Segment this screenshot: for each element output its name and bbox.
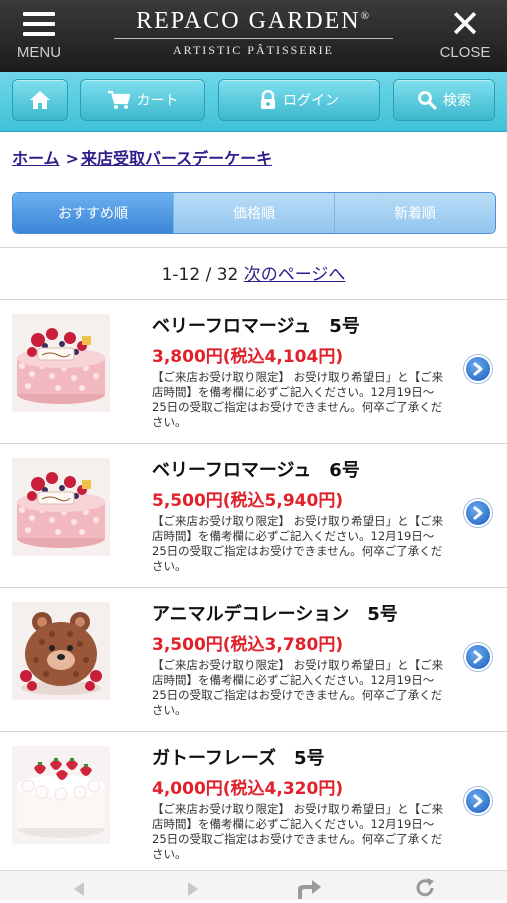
product-description: 【ご来店お受け取り限定】 お受け取り希望日」と【ご来店時間】を備考欄に必ずご記入…: [152, 802, 444, 861]
product-price: 3,800円(税込4,104円): [152, 347, 344, 367]
product-name: アニマルデコレーション 5号: [152, 604, 398, 625]
product-name: ベリーフロマージュ 6号: [152, 460, 360, 481]
product-description: 【ご来店お受け取り限定】 お受け取り希望日」と【ご来店時間】を備考欄に必ずご記入…: [152, 658, 444, 717]
menu-label: MENU: [16, 44, 62, 61]
product-row[interactable]: ベリーフロマージュ 6号 5,500円(税込5,940円) 【ご来店お受け取り限…: [0, 444, 507, 587]
breadcrumb-current-link[interactable]: 来店受取バースデーケーキ: [81, 149, 272, 168]
cart-button[interactable]: カート: [80, 79, 205, 121]
login-label: ログイン: [283, 93, 339, 109]
home-icon: [29, 90, 51, 110]
sort-tabs: おすすめ順 価格順 新着順: [12, 192, 496, 234]
share-icon[interactable]: [296, 879, 322, 903]
tab-sort-recommended[interactable]: おすすめ順: [13, 193, 173, 233]
product-image: [12, 458, 110, 556]
browser-toolbar: [0, 870, 507, 900]
search-button[interactable]: 検索: [393, 79, 495, 121]
forward-arrow-icon[interactable]: [186, 881, 200, 901]
close-button[interactable]: ✕ CLOSE: [433, 2, 497, 64]
brand-subtitle: ARTISTIC PÂTISSERIE: [173, 43, 334, 57]
brand-divider: [114, 38, 393, 39]
product-image: [12, 314, 110, 412]
tab-sort-newest[interactable]: 新着順: [334, 193, 495, 233]
page-range: 1-12 / 32: [161, 265, 239, 285]
site-header: MENU REPACO GARDEN® ARTISTIC PÂTISSERIE …: [0, 0, 507, 72]
divider: [0, 247, 507, 248]
chevron-right-icon[interactable]: [464, 499, 492, 527]
brand-name: REPACO GARDEN®: [136, 8, 371, 34]
chevron-right-icon[interactable]: [464, 355, 492, 383]
product-description: 【ご来店お受け取り限定】 お受け取り希望日」と【ご来店時間】を備考欄に必ずご記入…: [152, 514, 444, 573]
breadcrumb-home-link[interactable]: ホーム: [12, 149, 60, 168]
product-price: 4,000円(税込4,320円): [152, 779, 344, 799]
breadcrumb-separator: >: [65, 149, 79, 168]
login-button[interactable]: ログイン: [218, 79, 380, 121]
cart-label: カート: [136, 93, 179, 109]
search-icon: [417, 90, 437, 110]
menu-button[interactable]: MENU: [10, 8, 68, 64]
tab-sort-price[interactable]: 価格順: [173, 193, 334, 233]
breadcrumb: ホーム > 来店受取バースデーケーキ: [12, 145, 272, 169]
brand-logo[interactable]: REPACO GARDEN® ARTISTIC PÂTISSERIE: [96, 8, 411, 58]
lock-icon: [259, 90, 277, 110]
hamburger-icon: [23, 12, 55, 36]
product-row[interactable]: ベリーフロマージュ 5号 3,800円(税込4,104円) 【ご来店お受け取り限…: [0, 300, 507, 443]
home-button[interactable]: [12, 79, 68, 121]
product-price: 3,500円(税込3,780円): [152, 635, 344, 655]
nav-bar: カート ログイン 検索: [0, 72, 507, 132]
chevron-right-icon[interactable]: [464, 643, 492, 671]
product-price: 5,500円(税込5,940円): [152, 491, 344, 511]
product-description: 【ご来店お受け取り限定】 お受け取り希望日」と【ご来店時間】を備考欄に必ずご記入…: [152, 370, 444, 429]
product-row[interactable]: ガトーフレーズ 5号 4,000円(税込4,320円) 【ご来店お受け取り限定】…: [0, 732, 507, 875]
product-row[interactable]: アニマルデコレーション 5号 3,500円(税込3,780円) 【ご来店お受け取…: [0, 588, 507, 731]
back-arrow-icon[interactable]: [72, 881, 86, 901]
product-name: ガトーフレーズ 5号: [152, 748, 325, 769]
close-label: CLOSE: [439, 44, 491, 61]
product-name: ベリーフロマージュ 5号: [152, 316, 360, 337]
next-page-link[interactable]: 次のページへ: [244, 265, 346, 285]
chevron-right-icon[interactable]: [464, 787, 492, 815]
reload-icon[interactable]: [414, 877, 436, 903]
search-label: 検索: [443, 93, 471, 109]
pager: 1-12 / 32 次のページへ: [0, 260, 507, 285]
close-icon: ✕: [449, 2, 481, 46]
product-image: [12, 602, 110, 700]
cart-icon: [107, 90, 131, 110]
product-image: [12, 746, 110, 844]
